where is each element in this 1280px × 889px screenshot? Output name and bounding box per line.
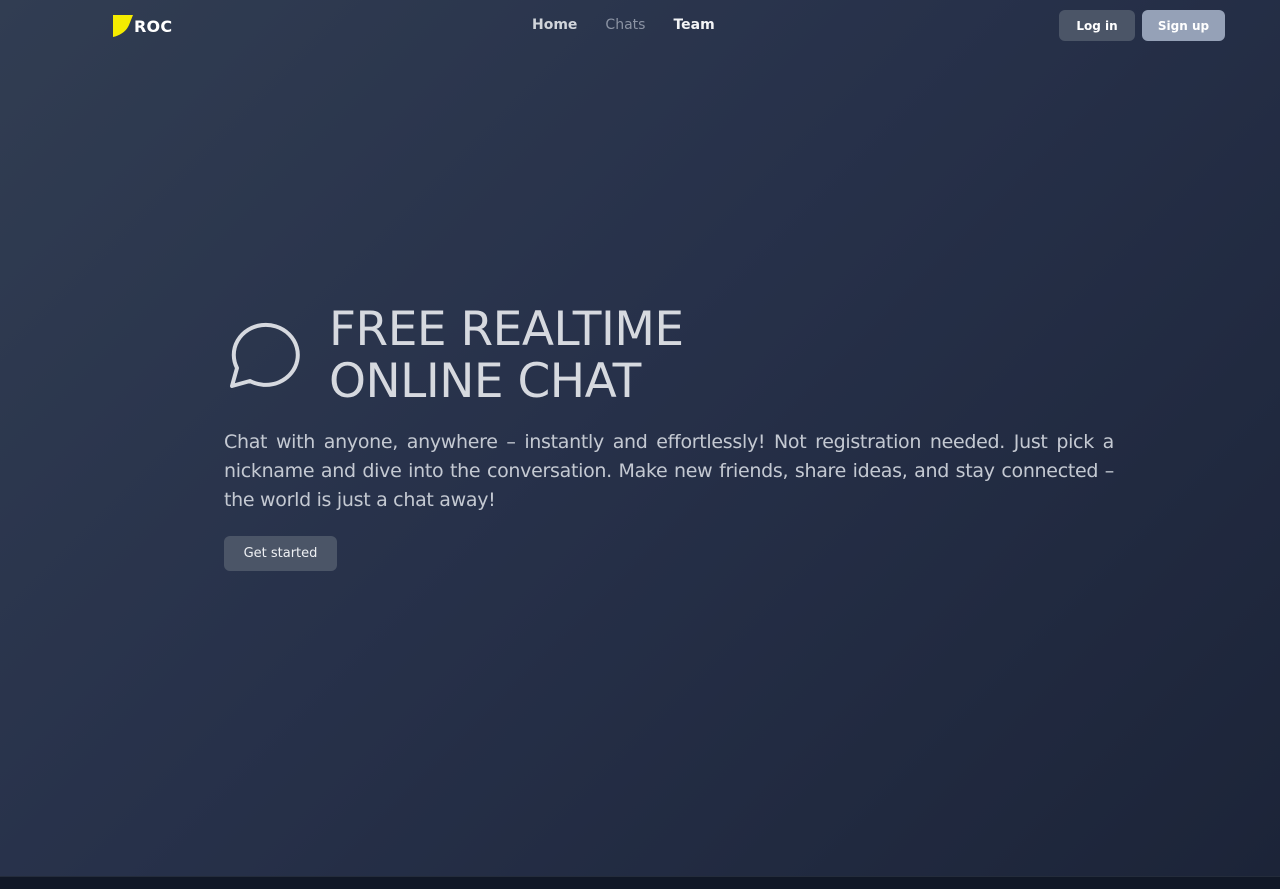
hero-title: FREE REALTIME ONLINE CHAT xyxy=(329,304,684,408)
nav-link-home[interactable]: Home xyxy=(532,17,577,33)
main-nav: Home Chats Team xyxy=(532,17,715,33)
get-started-button[interactable]: Get started xyxy=(224,536,337,571)
hero-description: Chat with anyone, anywhere – instantly a… xyxy=(224,431,1114,511)
login-button[interactable]: Log in xyxy=(1059,10,1135,41)
auth-buttons: Log in Sign up xyxy=(1059,10,1225,41)
hero-section: FREE REALTIME ONLINE CHAT Chat with anyo… xyxy=(224,304,1114,571)
hero-heading: FREE REALTIME ONLINE CHAT xyxy=(224,304,1114,408)
logo-link[interactable]: ROC xyxy=(113,14,172,38)
chat-bubble-icon xyxy=(230,322,300,388)
signup-button[interactable]: Sign up xyxy=(1142,10,1225,41)
nav-link-team[interactable]: Team xyxy=(673,17,714,33)
hero-title-line-1: FREE REALTIME xyxy=(329,302,684,357)
brand-name: ROC xyxy=(134,16,173,36)
bottom-edge xyxy=(0,876,1280,889)
nav-link-chats[interactable]: Chats xyxy=(605,17,645,33)
navbar: ROC Home Chats Team Log in Sign up xyxy=(0,0,1280,52)
roc-logo-icon xyxy=(113,15,133,37)
hero-title-line-2: ONLINE CHAT xyxy=(329,354,641,409)
